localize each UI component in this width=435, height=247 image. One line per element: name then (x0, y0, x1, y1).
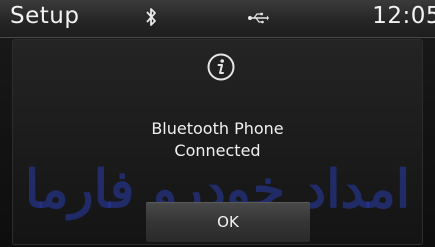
usb-icon (247, 10, 269, 24)
info-icon (206, 52, 236, 82)
message-line-2: Connected (174, 141, 261, 160)
ok-button[interactable]: OK (146, 202, 310, 242)
screen-title: Setup (10, 3, 80, 29)
clock: 12:05 (372, 3, 435, 29)
screen: Setup 12:05 Bluetooth Phone Connected ام… (0, 0, 435, 247)
popup-message: Bluetooth Phone Connected (0, 118, 435, 162)
message-line-1: Bluetooth Phone (151, 119, 284, 138)
bluetooth-icon (145, 7, 157, 27)
status-bar: Setup 12:05 (0, 0, 435, 38)
